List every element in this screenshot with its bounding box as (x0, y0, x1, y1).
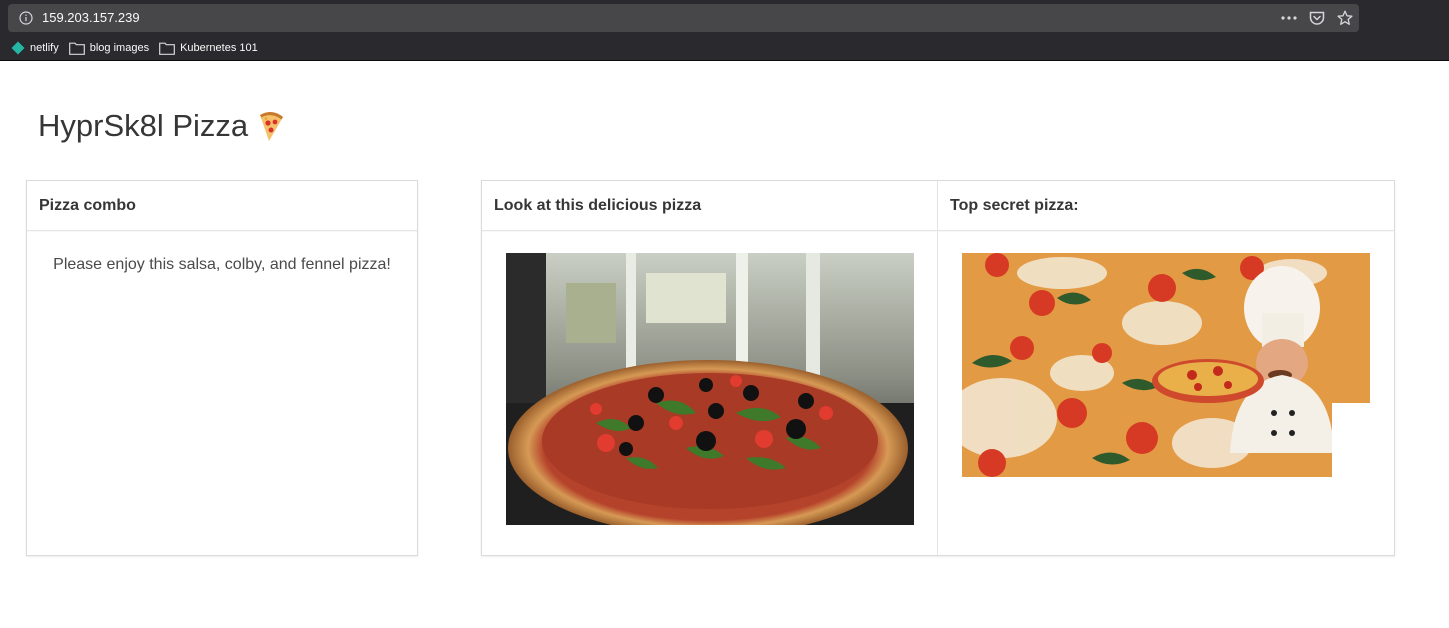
pocket-icon[interactable] (1303, 4, 1331, 32)
card-header: Pizza combo (27, 181, 417, 231)
pizza-slice-icon (260, 111, 284, 141)
bookmark-blog-images[interactable]: blog images (66, 37, 154, 59)
more-actions-icon[interactable] (1275, 4, 1303, 32)
bookmark-label: Kubernetes 101 (180, 42, 258, 54)
card-header: Top secret pizza: (938, 181, 1394, 231)
pizza-photo (506, 253, 914, 525)
folder-icon (159, 42, 175, 55)
bookmark-netlify[interactable]: netlify (8, 37, 64, 59)
info-icon[interactable] (19, 11, 33, 25)
combo-description: Please enjoy this salsa, colby, and fenn… (53, 256, 391, 273)
bookmark-kubernetes-101[interactable]: Kubernetes 101 (156, 37, 263, 59)
bookmarks-bar: netlify blog images Kubernetes 101 (0, 37, 265, 59)
chef-pizza-photo (962, 253, 1370, 477)
star-icon[interactable] (1331, 4, 1359, 32)
bookmark-label: blog images (89, 42, 150, 54)
netlify-icon (11, 41, 25, 55)
page-title: HyprSk8l Pizza (38, 108, 286, 144)
delicious-pizza-column: Look at this delicious pizza (482, 181, 938, 555)
bookmark-label: netlify (30, 42, 59, 54)
address-bar[interactable]: 159.203.157.239 (8, 4, 1359, 32)
pizza-combo-card: Pizza combo Please enjoy this salsa, col… (26, 180, 418, 556)
card-header: Look at this delicious pizza (482, 181, 937, 231)
browser-toolbar: 159.203.157.239 netlify blog images Kube… (0, 0, 1449, 61)
secret-pizza-column: Top secret pizza: (938, 181, 1394, 555)
pizza-gallery-card: Look at this delicious pizza Top secret … (481, 180, 1395, 556)
url-text[interactable]: 159.203.157.239 (42, 10, 140, 25)
page-title-text: HyprSk8l Pizza (38, 108, 249, 143)
folder-icon (68, 42, 85, 55)
